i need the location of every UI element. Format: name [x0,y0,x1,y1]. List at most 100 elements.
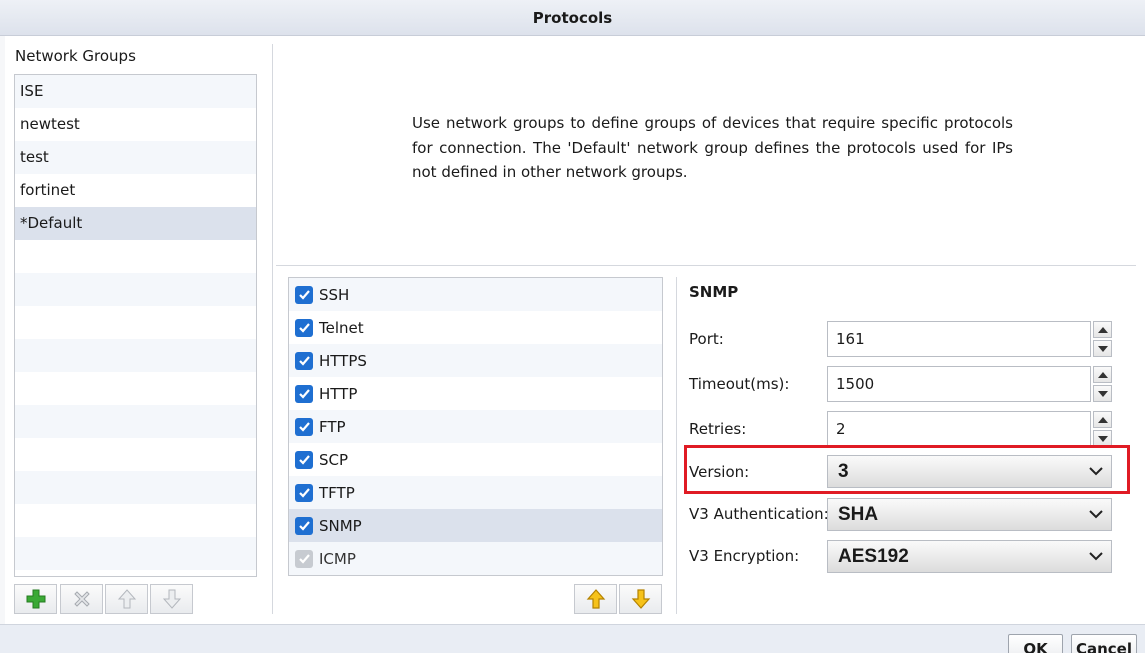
add-group-button[interactable] [14,584,57,614]
caret-down-icon [1097,345,1108,352]
checkbox[interactable] [295,483,313,502]
version-highlight-box [684,445,1130,494]
caret-down-icon [1097,390,1108,397]
cancel-button[interactable]: Cancel [1071,634,1137,653]
empty-row [15,471,256,504]
x-icon [73,591,90,607]
empty-row [15,504,256,537]
v3-encryption-value: AES192 [838,546,909,567]
port-spinner[interactable]: 161 [827,321,1112,357]
protocol-row-ssh[interactable]: SSH [289,278,662,311]
protocol-row-https[interactable]: HTTPS [289,344,662,377]
check-icon [298,554,310,564]
arrow-down-icon [162,589,181,609]
move-protocol-down-button[interactable] [619,584,662,614]
description-text: Use network groups to define groups of d… [412,114,1013,181]
empty-row [15,405,256,438]
list-item-ise[interactable]: ISE [15,75,256,108]
empty-row [15,372,256,405]
checkbox[interactable] [295,417,313,436]
protocol-row-http[interactable]: HTTP [289,377,662,410]
caret-up-icon [1097,416,1108,423]
chevron-down-icon [1089,510,1103,519]
check-icon [298,422,310,432]
empty-row [15,306,256,339]
move-group-up-button[interactable] [105,584,148,614]
protocol-row-snmp[interactable]: SNMP [289,509,662,542]
dialog-title: Protocols [532,8,613,27]
spin-up-button[interactable] [1093,366,1112,383]
protocol-label: SNMP [319,516,362,535]
move-group-down-button[interactable] [150,584,193,614]
timeout-spinner[interactable]: 1500 [827,366,1112,402]
empty-row [15,240,256,273]
retries-label: Retries: [689,420,747,438]
empty-row [15,570,256,576]
move-protocol-up-button[interactable] [574,584,617,614]
spin-down-button[interactable] [1093,340,1112,357]
checkbox[interactable] [295,285,313,304]
port-label: Port: [689,330,724,348]
section-divider [276,265,1136,266]
ok-button[interactable]: OK [1008,634,1063,653]
retries-spinner[interactable]: 2 [827,411,1112,447]
arrow-up-icon [117,589,136,609]
dialog-titlebar: Protocols [0,0,1145,36]
protocol-label: SCP [319,450,349,469]
dialog-footer [0,624,1145,653]
protocol-row-telnet[interactable]: Telnet [289,311,662,344]
v3-authentication-select[interactable]: SHA [827,498,1112,531]
v3-encryption-select[interactable]: AES192 [827,540,1112,573]
check-icon [298,290,310,300]
retries-input[interactable]: 2 [827,411,1091,447]
list-item-fortinet[interactable]: fortinet [15,174,256,207]
protocol-row-tftp[interactable]: TFTP [289,476,662,509]
protocol-row-scp[interactable]: SCP [289,443,662,476]
spin-up-button[interactable] [1093,321,1112,338]
protocol-label: FTP [319,417,346,436]
protocol-row-icmp[interactable]: ICMP [289,542,662,575]
protocol-label: HTTP [319,384,358,403]
caret-down-icon [1097,435,1108,442]
check-icon [298,488,310,498]
caret-up-icon [1097,326,1108,333]
check-icon [298,389,310,399]
protocol-label: HTTPS [319,351,367,370]
checkbox [295,549,313,568]
checkbox[interactable] [295,450,313,469]
check-icon [298,455,310,465]
protocol-label: SSH [319,285,350,304]
network-groups-list[interactable]: ISE newtest test fortinet *Default [14,74,257,577]
timeout-input[interactable]: 1500 [827,366,1091,402]
timeout-label: Timeout(ms): [689,375,790,393]
empty-row [15,273,256,306]
empty-row [15,438,256,471]
spin-down-button[interactable] [1093,385,1112,402]
empty-row [15,537,256,570]
protocols-list[interactable]: SSH Telnet HTTPS HTTP FTP SCP TFTP SNMP … [288,277,663,576]
list-item-newtest[interactable]: newtest [15,108,256,141]
protocol-label: ICMP [319,549,356,568]
port-input[interactable]: 161 [827,321,1091,357]
arrow-up-icon [586,589,605,609]
checkbox[interactable] [295,318,313,337]
checkbox[interactable] [295,516,313,535]
delete-group-button[interactable] [60,584,103,614]
list-item-test[interactable]: test [15,141,256,174]
checkbox[interactable] [295,351,313,370]
protocol-label: TFTP [319,483,355,502]
checkbox[interactable] [295,384,313,403]
arrow-down-icon [631,589,650,609]
network-groups-title: Network Groups [15,47,136,65]
snmp-section-title: SNMP [689,283,739,301]
settings-divider [676,277,677,614]
v3-authentication-label: V3 Authentication: [689,505,829,523]
caret-up-icon [1097,371,1108,378]
protocol-row-ftp[interactable]: FTP [289,410,662,443]
check-icon [298,356,310,366]
v3-encryption-label: V3 Encryption: [689,547,800,565]
spin-up-button[interactable] [1093,411,1112,428]
check-icon [298,323,310,333]
list-item-default[interactable]: *Default [15,207,256,240]
left-edge [0,36,5,624]
